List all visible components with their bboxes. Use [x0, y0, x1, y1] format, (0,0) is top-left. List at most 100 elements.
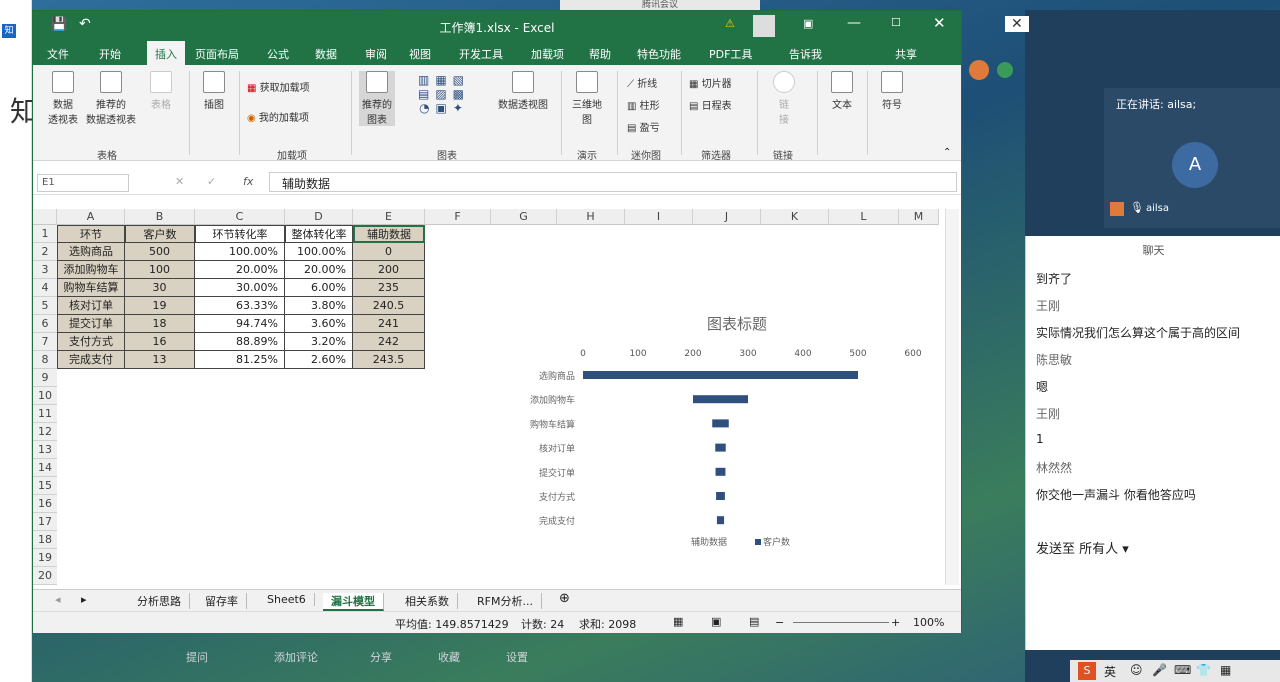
select-all-corner[interactable] [33, 209, 57, 225]
send-to-selector[interactable]: 发送至 所有人 ▾ [1036, 538, 1129, 557]
table-header-cell[interactable]: 环节转化率 [195, 225, 285, 243]
table-cell[interactable]: 19 [125, 297, 195, 315]
zoom-out-icon[interactable]: − [775, 616, 784, 629]
3d-map-button[interactable]: 三维地 图 [567, 71, 607, 126]
column-header[interactable]: L [829, 209, 899, 225]
table-cell[interactable]: 添加购物车 [57, 261, 125, 279]
table-cell[interactable]: 0 [353, 243, 425, 261]
recommended-pivot-button[interactable]: 推荐的 数据透视表 [81, 71, 141, 126]
formula-input[interactable]: 辅助数据 [269, 172, 957, 192]
minimize-icon[interactable]: — [847, 15, 861, 31]
table-cell[interactable]: 500 [125, 243, 195, 261]
row-header[interactable]: 20 [33, 567, 57, 585]
sheet-tab[interactable]: Sheet6 [259, 593, 315, 606]
my-addins-button[interactable]: ◉ 我的加载项 [247, 109, 309, 124]
bottom-action[interactable]: 提问 [186, 649, 208, 665]
column-header[interactable]: K [761, 209, 829, 225]
table-cell[interactable]: 100.00% [285, 243, 353, 261]
sheet-tab[interactable]: 漏斗模型 [323, 593, 384, 611]
page-break-icon[interactable]: ▤ [749, 615, 759, 628]
funnel-chart[interactable]: 图表标题 0 100 200 300 400 500 600 选购商品 添加购物车 购物车结算 核对订… [511, 277, 931, 567]
table-cell[interactable]: 94.74% [195, 315, 285, 333]
name-box[interactable]: E1 [37, 174, 129, 192]
column-header[interactable]: G [491, 209, 557, 225]
tab-10[interactable]: 帮助 [589, 46, 611, 62]
tab-4[interactable]: 公式 [267, 46, 289, 62]
prev-sheet-icon[interactable]: ◂ [55, 593, 61, 606]
tab-6[interactable]: 审阅 [365, 46, 387, 62]
table-cell[interactable]: 30.00% [195, 279, 285, 297]
bottom-action[interactable]: 分享 [370, 649, 392, 665]
table-header-cell[interactable]: 客户数 [125, 225, 195, 243]
table-cell[interactable]: 购物车结算 [57, 279, 125, 297]
enter-icon[interactable]: ✓ [207, 175, 216, 188]
tab-3[interactable]: 页面布局 [195, 46, 239, 62]
table-cell[interactable]: 核对订单 [57, 297, 125, 315]
table-cell[interactable]: 100.00% [195, 243, 285, 261]
sogou-icon[interactable]: S [1078, 662, 1096, 680]
row-header[interactable]: 17 [33, 513, 57, 531]
slicer-button[interactable]: ▦ 切片器 [689, 75, 732, 90]
table-cell[interactable]: 完成支付 [57, 351, 125, 369]
row-header[interactable]: 3 [33, 261, 57, 279]
column-header[interactable]: I [625, 209, 693, 225]
skin-icon[interactable]: 👕 [1196, 663, 1211, 677]
row-header[interactable]: 4 [33, 279, 57, 297]
bottom-action[interactable]: 收藏 [438, 649, 460, 665]
pivot-chart-button[interactable]: 数据透视图 [491, 71, 555, 111]
column-header[interactable]: E [353, 209, 425, 225]
tab-11[interactable]: 特色功能 [637, 46, 681, 62]
tab-5[interactable]: 数据 [315, 46, 337, 62]
sheet-tab[interactable]: 分析思路 [129, 593, 190, 609]
tab-7[interactable]: 视图 [409, 46, 431, 62]
row-header[interactable]: 15 [33, 477, 57, 495]
meeting-status-icon[interactable] [997, 62, 1013, 78]
tab-14[interactable]: 共享 [895, 46, 917, 62]
row-header[interactable]: 19 [33, 549, 57, 567]
table-cell[interactable]: 235 [353, 279, 425, 297]
avatar[interactable] [753, 15, 775, 37]
row-header[interactable]: 16 [33, 495, 57, 513]
page-layout-icon[interactable]: ▣ [711, 615, 721, 628]
table-cell[interactable]: 100 [125, 261, 195, 279]
warning-icon[interactable]: ⚠ [725, 17, 735, 30]
table-cell[interactable]: 20.00% [195, 261, 285, 279]
next-sheet-icon[interactable]: ▸ [81, 593, 87, 606]
table-cell[interactable]: 16 [125, 333, 195, 351]
sparkline-column-button[interactable]: ▥ 柱形 [627, 97, 660, 112]
insert-function-icon[interactable]: fx [243, 175, 253, 188]
column-header[interactable]: B [125, 209, 195, 225]
table-cell[interactable]: 240.5 [353, 297, 425, 315]
get-addins-button[interactable]: ▦ 获取加载项 [247, 79, 310, 94]
table-cell[interactable]: 30 [125, 279, 195, 297]
meeting-user-icon[interactable] [969, 60, 989, 80]
sheet-tab[interactable]: 留存率 [197, 593, 247, 609]
column-header[interactable]: F [425, 209, 491, 225]
table-cell[interactable]: 13 [125, 351, 195, 369]
row-header[interactable]: 7 [33, 333, 57, 351]
normal-view-icon[interactable]: ▦ [673, 615, 683, 628]
row-header[interactable]: 1 [33, 225, 57, 243]
bottom-action[interactable]: 添加评论 [274, 649, 318, 665]
ribbon-options-icon[interactable]: ▣ [803, 17, 813, 30]
tab-13[interactable]: 告诉我 [789, 46, 822, 62]
table-header-cell[interactable]: 辅助数据 [353, 225, 425, 243]
panel-close-icon[interactable]: ✕ [1005, 16, 1029, 32]
table-cell[interactable]: 3.80% [285, 297, 353, 315]
keyboard-icon[interactable]: ⌨ [1174, 663, 1191, 677]
column-header[interactable]: M [899, 209, 939, 225]
table-cell[interactable]: 200 [353, 261, 425, 279]
pivot-table-button[interactable]: 数据 透视表 [43, 71, 83, 126]
chart-type-gallery[interactable]: ▥▦▧ ▤▨▩ ◔▣✦ [399, 73, 489, 115]
sparkline-line-button[interactable]: ⟋ 折线 [627, 75, 657, 90]
table-cell[interactable]: 243.5 [353, 351, 425, 369]
table-header-cell[interactable]: 环节 [57, 225, 125, 243]
link-button[interactable]: 链 接 [769, 71, 799, 126]
cancel-icon[interactable]: ✕ [175, 175, 184, 188]
tab-1[interactable]: 开始 [99, 46, 121, 62]
tab-9[interactable]: 加载项 [531, 46, 564, 62]
table-cell[interactable]: 63.33% [195, 297, 285, 315]
row-header[interactable]: 13 [33, 441, 57, 459]
maximize-icon[interactable]: ☐ [891, 16, 901, 29]
bottom-action[interactable]: 设置 [506, 649, 528, 665]
